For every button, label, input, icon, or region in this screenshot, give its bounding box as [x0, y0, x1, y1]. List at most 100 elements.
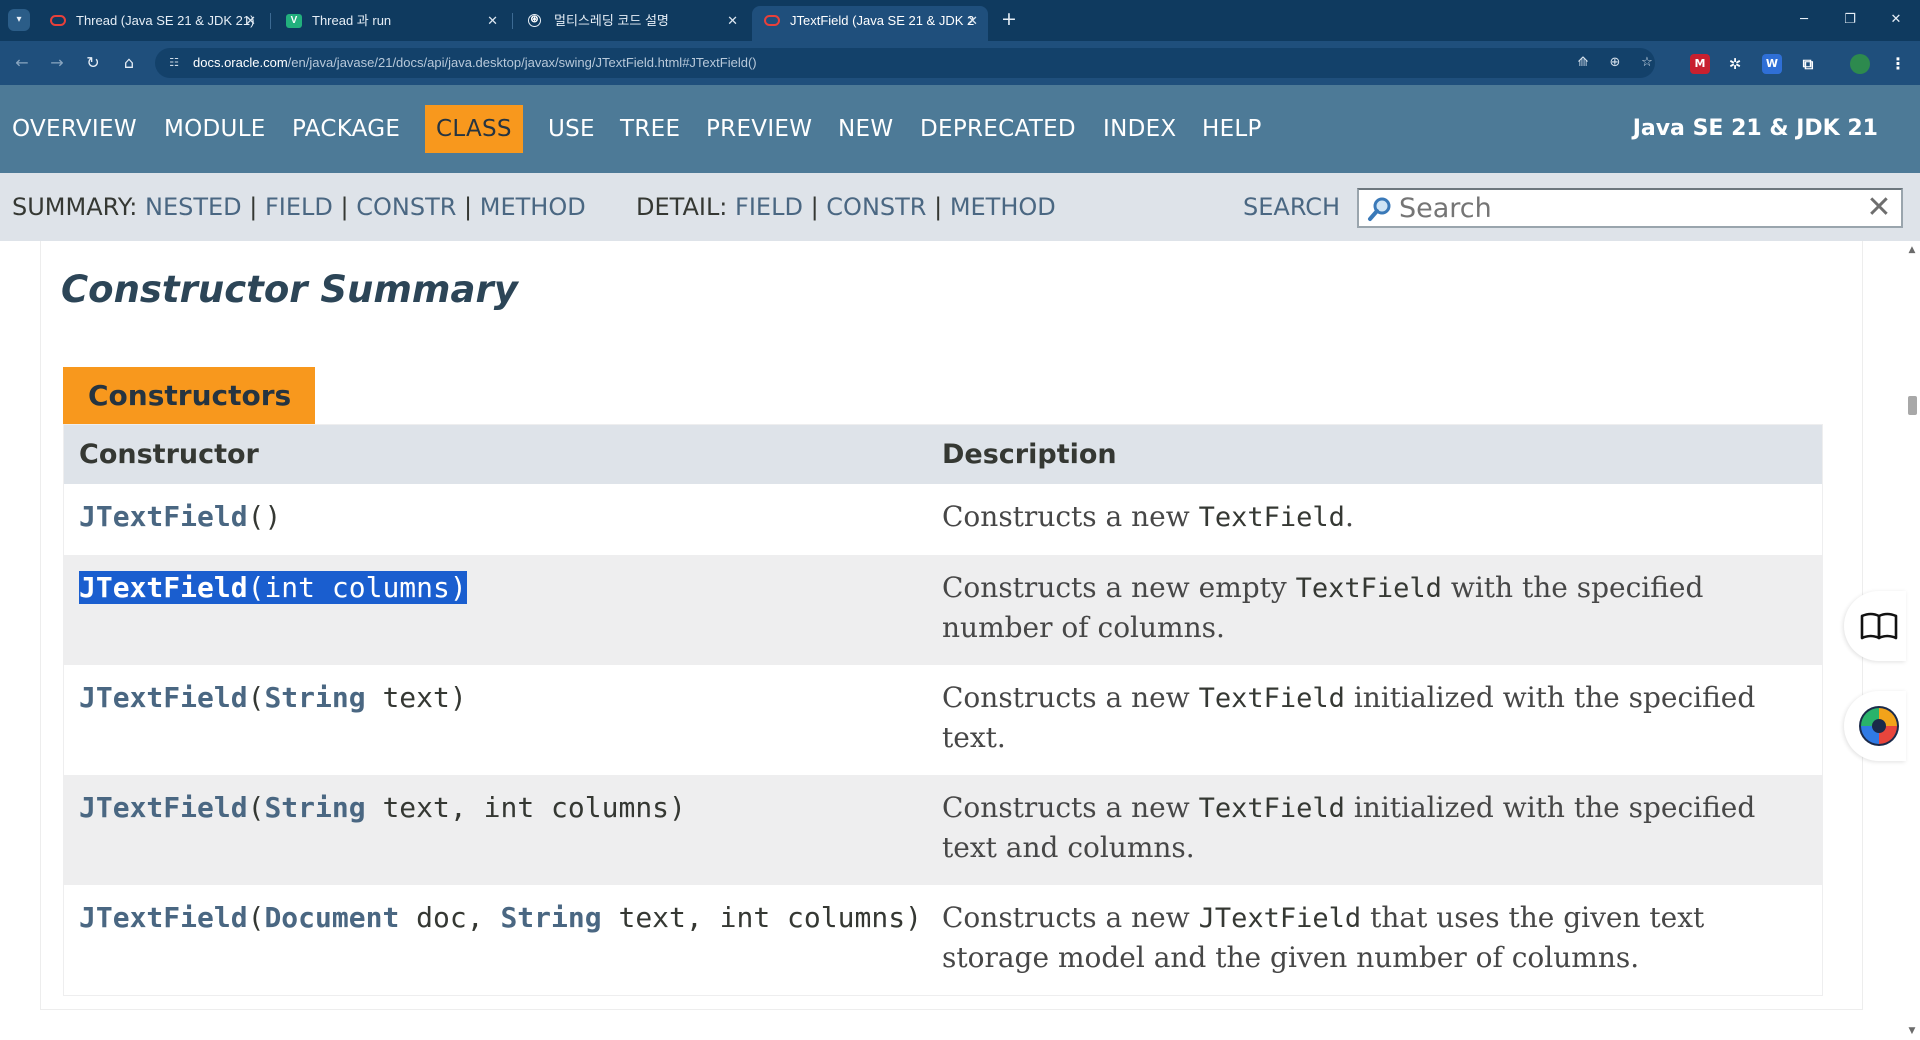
- search-icon: [1368, 197, 1391, 221]
- java-version-brand: Java SE 21 & JDK 21: [1632, 116, 1878, 141]
- search-input[interactable]: [1399, 190, 1859, 226]
- table-row: JTextField(Document doc, String text, in…: [64, 885, 1822, 995]
- reload-icon[interactable]: ↻: [81, 51, 105, 75]
- nav-overview[interactable]: OVERVIEW: [1, 105, 148, 153]
- detail-field-link[interactable]: FIELD: [735, 193, 803, 221]
- browser-tab-strip: ▾ Thread (Java SE 21 & JDK 21) ✕ V Threa…: [0, 0, 1920, 41]
- constructor-summary-table: Constructor Description JTextField() Cons…: [63, 424, 1823, 996]
- forward-arrow-icon[interactable]: →: [45, 51, 69, 75]
- constructor-signature: JTextField(String text, int columns): [79, 791, 686, 824]
- col-header-constructor: Constructor: [79, 439, 259, 470]
- book-icon: [1860, 612, 1898, 640]
- browser-menu-icon[interactable]: ⋮: [1888, 54, 1908, 74]
- constructor-link[interactable]: JTextField: [79, 901, 248, 934]
- summary-nested-link[interactable]: NESTED: [145, 193, 242, 221]
- extension-gear-icon[interactable]: ✲: [1725, 54, 1745, 74]
- nav-module[interactable]: MODULE: [153, 105, 277, 153]
- nav-new[interactable]: NEW: [827, 105, 904, 153]
- constructors-caption: Constructors: [63, 367, 315, 424]
- param-type-link[interactable]: Document: [264, 901, 399, 934]
- translate-icon[interactable]: ⟰: [1574, 54, 1592, 72]
- constructor-link[interactable]: JTextField: [79, 791, 248, 824]
- nav-help[interactable]: HELP: [1191, 105, 1273, 153]
- nav-deprecated[interactable]: DEPRECATED: [909, 105, 1087, 153]
- tab-search-chevron-icon[interactable]: ▾: [8, 9, 30, 31]
- param-type-link[interactable]: String: [500, 901, 601, 934]
- back-arrow-icon[interactable]: ←: [10, 51, 34, 75]
- close-icon[interactable]: ✕: [967, 6, 978, 35]
- extension-w-icon[interactable]: W: [1762, 54, 1782, 74]
- table-body: JTextField() Constructs a new TextField. J…: [64, 484, 1822, 995]
- assistant-button[interactable]: [1844, 691, 1906, 761]
- table-row: JTextField() Constructs a new TextField.: [64, 484, 1822, 555]
- class-name-code: TextField: [1198, 683, 1345, 714]
- table-row: JTextField(String text) Constructs a new …: [64, 665, 1822, 775]
- page-scrollbar[interactable]: ▲ ▼: [1904, 241, 1920, 1040]
- constructor-signature: JTextField(): [79, 500, 282, 533]
- constructor-link[interactable]: JTextField: [79, 500, 248, 533]
- summary-label: SUMMARY:: [12, 193, 138, 221]
- close-icon[interactable]: ✕: [727, 6, 738, 35]
- new-tab-plus-icon[interactable]: +: [997, 8, 1021, 32]
- profile-avatar[interactable]: [1850, 54, 1870, 74]
- constructor-signature: JTextField(Document doc, String text, in…: [79, 901, 922, 934]
- reset-search-icon[interactable]: ✕: [1863, 192, 1895, 224]
- scroll-thumb[interactable]: [1908, 396, 1917, 415]
- summary-field-link[interactable]: FIELD: [265, 193, 333, 221]
- summary-constr-link[interactable]: CONSTR: [356, 193, 456, 221]
- nav-class[interactable]: CLASS: [425, 105, 523, 153]
- param-type-link[interactable]: String: [264, 681, 365, 714]
- browser-tab-multithreading[interactable]: ⊛ 멀티스레딩 코드 설명 ✕: [516, 6, 748, 41]
- scroll-up-icon[interactable]: ▲: [1904, 243, 1920, 257]
- extension-m-icon[interactable]: M: [1690, 54, 1710, 74]
- tab-title: JTextField (Java SE 21 & JDK 2: [790, 13, 975, 28]
- nav-package[interactable]: PACKAGE: [281, 105, 411, 153]
- site-info-icon[interactable]: ☷: [165, 54, 183, 72]
- class-name-code: TextField: [1198, 793, 1345, 824]
- detail-method-link[interactable]: METHOD: [950, 193, 1056, 221]
- tab-title: Thread 과 run: [312, 13, 392, 28]
- search-label: SEARCH: [1243, 193, 1341, 221]
- constructor-link[interactable]: JTextField: [79, 681, 248, 714]
- url-path: /en/java/javase/21/docs/api/java.desktop…: [287, 55, 757, 70]
- constructor-description: Constructs a new TextField initialized w…: [942, 791, 1756, 864]
- constructor-description: Constructs a new TextField.: [942, 500, 1354, 533]
- restore-icon[interactable]: ❐: [1827, 8, 1873, 32]
- zoom-icon[interactable]: ⊕: [1606, 54, 1624, 72]
- browser-tab-thread[interactable]: Thread (Java SE 21 & JDK 21) ✕: [38, 6, 266, 41]
- nav-preview[interactable]: PREVIEW: [695, 105, 823, 153]
- nav-index[interactable]: INDEX: [1092, 105, 1188, 153]
- url-text[interactable]: docs.oracle.com/en/java/javase/21/docs/a…: [193, 48, 757, 78]
- oracle-icon: [764, 15, 780, 26]
- table-row: JTextField(String text, int columns) Cons…: [64, 775, 1822, 885]
- constructor-link[interactable]: JTextField: [79, 571, 248, 604]
- table-row: JTextField(int columns) Constructs a new …: [64, 555, 1822, 665]
- browser-tab-thread-run[interactable]: V Thread 과 run ✕: [274, 6, 508, 41]
- minimize-icon[interactable]: ─: [1781, 8, 1827, 32]
- extensions-puzzle-icon[interactable]: ⧉: [1798, 54, 1818, 74]
- class-name-code: TextField: [1295, 573, 1442, 604]
- nav-tree[interactable]: TREE: [609, 105, 691, 153]
- param-type-link[interactable]: String: [264, 791, 365, 824]
- reading-mode-button[interactable]: [1844, 591, 1906, 661]
- address-bar[interactable]: ☷ docs.oracle.com/en/java/javase/21/docs…: [155, 48, 1655, 78]
- close-icon[interactable]: ✕: [487, 6, 498, 35]
- summary-method-link[interactable]: METHOD: [480, 193, 586, 221]
- detail-label: DETAIL:: [636, 193, 728, 221]
- col-header-description: Description: [942, 439, 1117, 470]
- home-icon[interactable]: ⌂: [117, 51, 141, 75]
- summary-links: SUMMARY: NESTED | FIELD | CONSTR | METHO…: [12, 193, 586, 221]
- detail-constr-link[interactable]: CONSTR: [826, 193, 926, 221]
- bookmark-star-icon[interactable]: ☆: [1638, 54, 1656, 72]
- browser-tab-jtextfield[interactable]: JTextField (Java SE 21 & JDK 2 ✕: [752, 6, 988, 41]
- class-name-code: TextField: [1198, 502, 1345, 533]
- url-host: docs.oracle.com: [193, 55, 288, 70]
- close-icon[interactable]: ✕: [245, 6, 256, 35]
- tab-title: 멀티스레딩 코드 설명: [554, 13, 669, 28]
- class-name-code: JTextField: [1198, 903, 1362, 934]
- nav-use[interactable]: USE: [537, 105, 606, 153]
- constructor-description: Constructs a new JTextField that uses th…: [942, 901, 1705, 974]
- window-close-icon[interactable]: ✕: [1873, 8, 1919, 32]
- oracle-icon: [50, 15, 66, 26]
- scroll-down-icon[interactable]: ▼: [1904, 1024, 1920, 1038]
